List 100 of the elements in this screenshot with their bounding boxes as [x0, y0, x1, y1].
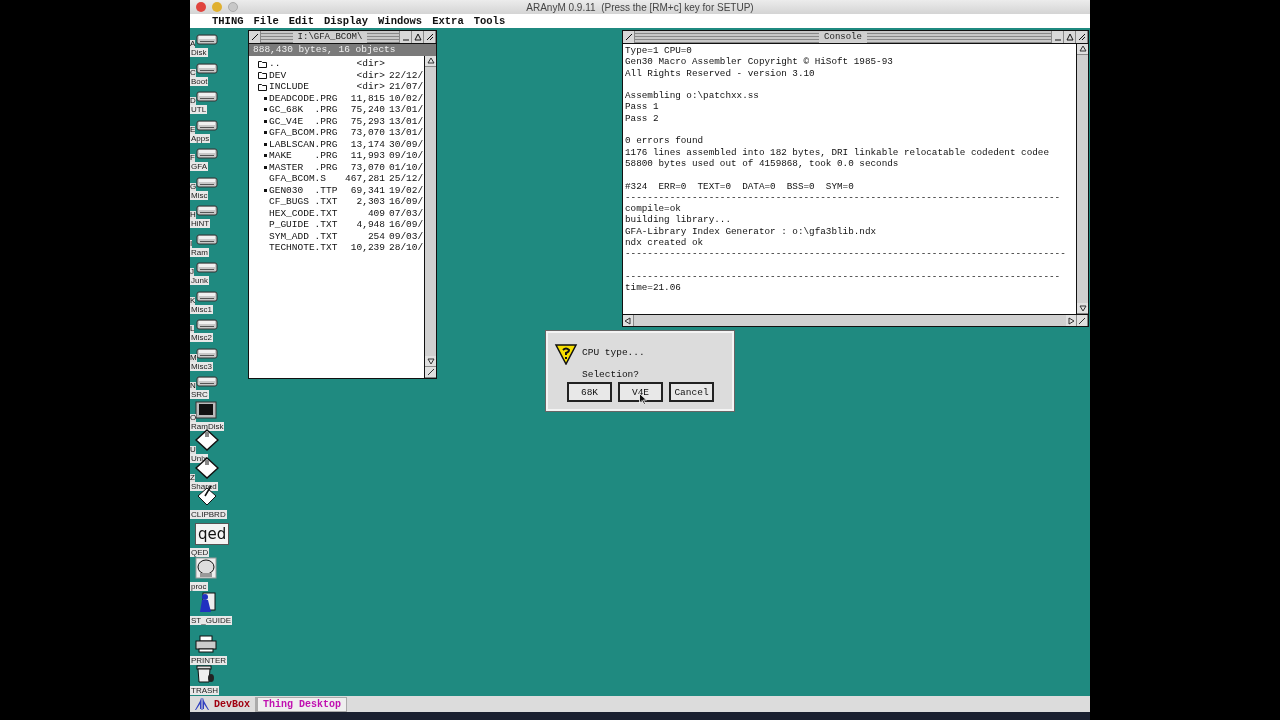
file-size: 254 [366, 230, 385, 242]
drive-letter: Z [190, 473, 195, 482]
icon-label: Junk [190, 276, 209, 285]
file-size: 75,293 [349, 115, 385, 127]
hard-drive-icon[interactable] [196, 289, 218, 302]
file-row[interactable]: MAKE .PRG 11,993 09/10/ [249, 150, 424, 162]
file-row[interactable]: .. <dir> [249, 58, 424, 70]
scroll-down-icon[interactable] [425, 356, 436, 367]
console-line: Type=1 CPU=0 [625, 45, 692, 57]
hard-drive-icon[interactable] [196, 346, 218, 359]
file-date: 25/12/ [389, 173, 424, 185]
window-title: I:\GFA_BCOM\ [292, 31, 368, 43]
menu-item[interactable]: File [248, 14, 284, 28]
resize-icon[interactable] [425, 367, 436, 378]
file-row[interactable]: TECHNOTE.TXT 10,239 28/10/ [249, 242, 424, 254]
resize-button[interactable] [1076, 31, 1088, 43]
menu-item[interactable]: Tools [468, 14, 511, 28]
console-line: time=21.06 [625, 282, 682, 294]
scroll-down-icon[interactable] [1077, 303, 1088, 314]
fuller-button[interactable] [412, 31, 424, 43]
icon-label: Misc1 [190, 304, 213, 314]
console-line: ------------------------------------------------------------------------------ [625, 270, 1062, 283]
icon-label: SRC [190, 390, 209, 399]
dialog-button[interactable]: Cancel [669, 382, 714, 402]
file-name: HEX_CODE.TXT [269, 207, 339, 219]
menu-item[interactable]: Extra [427, 14, 469, 28]
close-button[interactable] [249, 31, 261, 43]
menu-item[interactable]: Windows [373, 14, 428, 28]
icon-label: proc [190, 581, 208, 591]
diagonal-line-icon [624, 33, 633, 41]
icon-label: Boot [190, 76, 209, 86]
menu-item[interactable]: THING [207, 14, 249, 28]
file-size: 75,240 [349, 104, 385, 116]
dialog-message: CPU type... [582, 346, 645, 360]
file-row[interactable]: GC_68K .PRG 75,240 13/01/ [249, 104, 424, 116]
menu-item[interactable]: Display [318, 14, 374, 28]
file-row[interactable]: CF_BUGS .TXT 2,303 16/09/ [249, 196, 424, 208]
file-row[interactable]: GC_V4E .PRG 75,293 13/01/ [249, 115, 424, 127]
icon-label: ST_GUIDE [190, 615, 232, 625]
scroll-left-icon[interactable] [623, 315, 634, 326]
icon-label: GFA [190, 162, 208, 171]
resize-icon[interactable] [1077, 315, 1088, 326]
scroll-up-icon[interactable] [425, 56, 436, 67]
dialog-button[interactable]: V4E [618, 382, 663, 402]
file-name: GC_V4E .PRG [269, 115, 339, 127]
printer-icon[interactable] [195, 634, 217, 653]
console-line: ------------------------------------------------------------------------------- [625, 248, 1067, 260]
monitor-icon[interactable] [195, 400, 217, 419]
icon-label: Misc [190, 190, 209, 200]
warning-question-icon [554, 343, 578, 365]
scroll-bar[interactable] [1076, 44, 1088, 314]
hard-drive-icon[interactable] [196, 204, 218, 216]
file-row[interactable]: DEV <dir> 22/12/ [249, 69, 424, 81]
file-row[interactable]: DEADCODE.PRG 11,815 10/02/ [249, 92, 424, 104]
file-name: MAKE .PRG [269, 150, 339, 162]
taskbar-item[interactable]: Thing Desktop [257, 696, 348, 712]
hard-drive-icon[interactable] [196, 375, 218, 387]
file-row[interactable]: GFA_BCOM.S 467,281 25/12/ [249, 173, 424, 185]
program-icon [264, 119, 267, 123]
horizontal-scroll-bar[interactable] [623, 314, 1088, 326]
icon-label: QED [190, 547, 210, 557]
hard-drive-icon[interactable] [196, 147, 218, 159]
icon-label: Disk [190, 48, 208, 57]
hard-drive-icon[interactable] [196, 33, 218, 45]
program-icon [264, 131, 267, 135]
fuller-button[interactable] [1064, 31, 1076, 43]
trash-icon[interactable] [195, 662, 215, 683]
hard-drive-icon[interactable] [196, 232, 218, 245]
console-line: compile=ok [625, 203, 682, 215]
file-name: GC_68K .PRG [269, 104, 339, 116]
scroll-up-icon[interactable] [1077, 44, 1088, 55]
drive-letter: L [190, 325, 195, 333]
hard-drive-icon[interactable] [196, 261, 218, 273]
drive-letter: C [190, 68, 196, 77]
drive-letter: F [190, 154, 195, 162]
dialog-button[interactable]: 68K [567, 382, 612, 402]
file-date: 09/10/ [389, 150, 424, 162]
hard-drive-icon[interactable] [196, 118, 218, 131]
hard-drive-icon[interactable] [196, 318, 218, 330]
close-button[interactable] [623, 31, 635, 43]
editor-icon[interactable]: qed [195, 522, 230, 545]
file-row[interactable]: GFA_BCOM.PRG 73,070 13/01/ [249, 127, 424, 139]
file-date: 16/09/ [389, 196, 424, 208]
resize-button[interactable] [424, 31, 436, 43]
file-row[interactable]: INCLUDE <dir> 21/07/ [249, 81, 424, 93]
menu-item[interactable]: Edit [283, 14, 319, 28]
file-name: P_GUIDE .TXT [269, 219, 339, 231]
hard-drive-icon[interactable] [196, 90, 218, 102]
file-row[interactable]: P_GUIDE .TXT 4,948 16/09/ [249, 219, 424, 231]
hard-drive-icon[interactable] [196, 61, 218, 74]
drive-letter: H [190, 211, 196, 219]
file-row[interactable]: MASTER .PRG 73,070 01/10/ [249, 161, 424, 173]
hard-drive-icon[interactable] [196, 175, 218, 188]
scroll-right-icon[interactable] [1066, 315, 1077, 326]
scroll-bar[interactable] [424, 56, 436, 378]
file-row[interactable]: LABLSCAN.PRG 13,174 30/09/ [249, 138, 424, 150]
file-name: DEV [269, 69, 288, 81]
file-row[interactable]: SYM_ADD .TXT 254 09/03/ [249, 230, 424, 242]
file-row[interactable]: GEN030 .TTP 69,341 19/02/ [249, 184, 424, 196]
file-row[interactable]: HEX_CODE.TXT 409 07/03/ [249, 207, 424, 219]
